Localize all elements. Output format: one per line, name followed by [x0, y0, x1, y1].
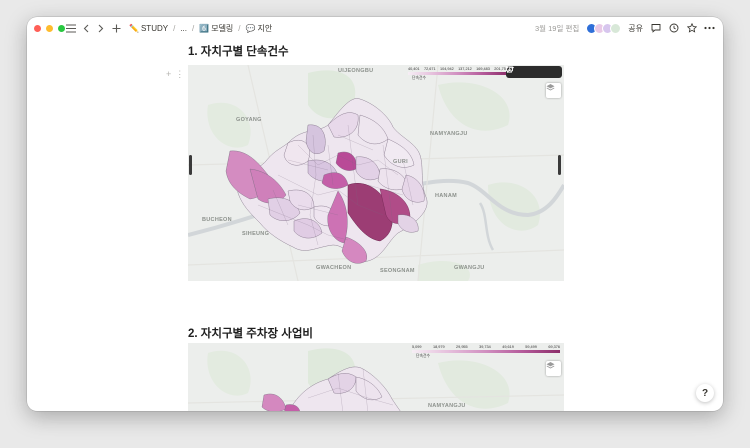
map-label-hanam: HANAM: [435, 193, 457, 199]
map-label-bucheon: BUCHEON: [202, 217, 232, 223]
choropleth-map-parking-budget[interactable]: NAMYANGJU 5,099 18,979 29,955 39,734 49,…: [188, 343, 564, 411]
section-heading-parking-budget: 2. 자치구별 주차장 사업비: [188, 328, 313, 340]
close-window-button[interactable]: [34, 24, 41, 32]
forward-arrow-icon[interactable]: [95, 22, 107, 34]
map-label-siheung: SIHEUNG: [242, 231, 270, 237]
map-label-seongnam: SEONGNAM: [380, 268, 415, 274]
map-toolbar: [506, 66, 562, 78]
app-window: ✏️ STUDY / ... / 6️⃣ 모델링 / 💬 지안 3월 19일 편…: [27, 17, 723, 411]
number-six-icon: 6️⃣: [199, 23, 210, 33]
more-options-icon[interactable]: [506, 66, 557, 76]
map-label-namyangju: NAMYANGJU: [428, 403, 466, 409]
map-label-namyangju: NAMYANGJU: [430, 131, 468, 137]
caption-icon[interactable]: [506, 66, 531, 76]
page-content: 1. 자치구별 단속건수 + ⋮⋮ UIJEONGBU GOYANG NAMYA…: [27, 39, 723, 411]
more-options-icon[interactable]: [704, 23, 715, 34]
share-button[interactable]: 공유: [628, 23, 643, 34]
maximize-window-button[interactable]: [58, 24, 65, 32]
favorite-star-icon[interactable]: [686, 23, 697, 34]
map-legend: 40,401 72,671 104,942 137,212 169,483 20…: [408, 67, 508, 80]
breadcrumb-item-modeling[interactable]: 6️⃣ 모델링: [197, 22, 235, 35]
map-resize-handle-right[interactable]: [558, 155, 561, 175]
help-button[interactable]: ?: [696, 384, 714, 402]
pencil-icon: ✏️: [129, 23, 139, 33]
back-arrow-icon[interactable]: [80, 22, 92, 34]
legend-color-ramp: [412, 350, 560, 353]
breadcrumb-item-jian[interactable]: 💬 지안: [244, 22, 275, 35]
collaborator-avatars[interactable]: [586, 22, 622, 34]
map-legend: 5,099 18,979 29,955 39,734 49,619 59,499…: [412, 345, 560, 358]
breadcrumb-item-ellipsis[interactable]: ...: [178, 23, 189, 34]
comment-icon[interactable]: [650, 23, 661, 34]
page-actions: 3월 19일 편집 공유: [534, 22, 723, 34]
avatar[interactable]: [610, 22, 622, 34]
map-label-gwacheon: GWACHEON: [316, 265, 352, 271]
choropleth-map-enforcement[interactable]: UIJEONGBU GOYANG NAMYANGJU GURI HANAM BU…: [188, 65, 564, 281]
sidebar-menu-icon[interactable]: [65, 22, 77, 34]
breadcrumb-item-study[interactable]: ✏️ STUDY: [127, 23, 170, 34]
map-label-guri: GURI: [393, 159, 408, 165]
map-label-uijeongbu: UIJEONGBU: [338, 68, 374, 74]
map-label-gwangju: GWANGJU: [454, 265, 485, 271]
map-canvas: [188, 65, 564, 281]
map-label-goyang: GOYANG: [236, 117, 262, 123]
title-bar: ✏️ STUDY / ... / 6️⃣ 모델링 / 💬 지안 3월 19일 편…: [27, 17, 723, 39]
breadcrumb: ✏️ STUDY / ... / 6️⃣ 모델링 / 💬 지안: [127, 22, 275, 35]
last-edited-label: 3월 19일 편집: [534, 23, 580, 33]
minimize-window-button[interactable]: [46, 24, 53, 32]
map-resize-handle-left[interactable]: [189, 155, 192, 175]
open-original-icon[interactable]: [506, 66, 544, 76]
layers-icon: [546, 362, 555, 369]
layer-toggle-button[interactable]: [546, 83, 561, 98]
legend-color-ramp: [408, 72, 508, 75]
window-controls: [27, 24, 65, 32]
add-block-icon[interactable]: +: [166, 69, 171, 80]
add-page-icon[interactable]: [110, 22, 122, 34]
section-heading-enforcement: 1. 자치구별 단속건수: [188, 46, 289, 58]
speech-bubble-icon: 💬: [245, 23, 256, 33]
layer-toggle-button[interactable]: [546, 361, 561, 376]
history-clock-icon[interactable]: [668, 23, 679, 34]
layers-icon: [546, 84, 555, 91]
